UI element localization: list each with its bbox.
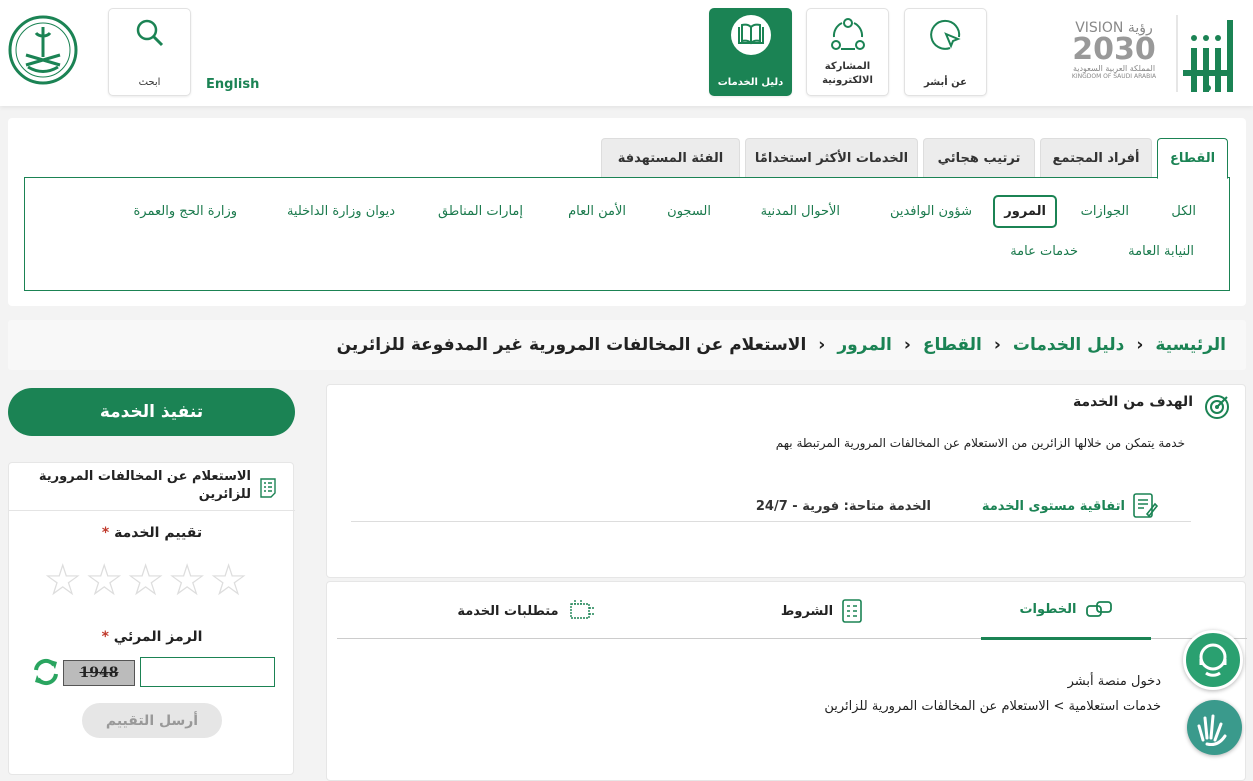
star-icon[interactable]: ☆ bbox=[167, 559, 206, 603]
rating-label: تقييم الخدمة bbox=[114, 525, 203, 541]
breadcrumb-services-guide[interactable]: دليل الخدمات bbox=[1013, 335, 1124, 355]
nav-e-participation[interactable]: المشاركة الالكترونية bbox=[806, 8, 889, 96]
star-icon[interactable]: ☆ bbox=[43, 559, 82, 603]
checklist-icon bbox=[842, 599, 862, 623]
breadcrumb-home[interactable]: الرئيسية bbox=[1155, 335, 1226, 355]
sector-all[interactable]: الكل bbox=[1161, 196, 1206, 227]
divider bbox=[9, 510, 295, 511]
header: VISION رؤية 2030 المملكة العربية السعودي… bbox=[0, 0, 1253, 106]
support-chat-button[interactable] bbox=[1183, 630, 1243, 690]
sector-traffic[interactable]: المرور bbox=[993, 195, 1057, 228]
tab-label: متطلبات الخدمة bbox=[457, 603, 559, 619]
absher-logo[interactable] bbox=[1175, 10, 1243, 95]
nav-about-absher[interactable]: عن أبشر bbox=[904, 8, 987, 96]
step-item: خدمات استعلامية > الاستعلام عن المخالفات… bbox=[824, 699, 1161, 714]
sector-moi-diwan[interactable]: ديوان وزارة الداخلية bbox=[277, 196, 405, 227]
requirements-icon bbox=[569, 600, 595, 619]
nav-services-guide[interactable]: دليل الخدمات bbox=[709, 8, 792, 96]
steps-icon bbox=[1085, 600, 1112, 617]
breadcrumb-separator: ‹ bbox=[1136, 335, 1144, 355]
star-icon[interactable]: ☆ bbox=[209, 559, 248, 603]
vision-line3: المملكة العربية السعودية bbox=[1072, 64, 1156, 73]
rating-card: الاستعلام عن المخالفات المرورية للزائرين… bbox=[8, 462, 295, 775]
tab-most-used[interactable]: الخدمات الأكثر استخدامًا bbox=[745, 138, 918, 178]
book-icon bbox=[730, 15, 771, 55]
goal-text: خدمة يتمكن من خلالها الزائرين من الاستعل… bbox=[775, 436, 1185, 450]
refresh-icon[interactable] bbox=[31, 657, 61, 687]
sector-civil-affairs[interactable]: الأحوال المدنية bbox=[751, 196, 850, 227]
sector-emirates[interactable]: إمارات المناطق bbox=[428, 196, 533, 227]
breadcrumb-separator: ‹ bbox=[818, 335, 826, 355]
tab-conditions[interactable]: الشروط bbox=[747, 582, 897, 640]
goal-title: الهدف من الخدمة bbox=[1072, 394, 1193, 410]
star-rating[interactable]: ☆ ☆ ☆ ☆ ☆ bbox=[43, 559, 248, 603]
headset-icon bbox=[1199, 643, 1227, 677]
captcha-label: الرمز المرئي bbox=[113, 629, 203, 645]
tab-target-group[interactable]: الفئة المستهدفة bbox=[601, 138, 740, 178]
tab-steps[interactable]: الخطوات bbox=[981, 582, 1151, 640]
breadcrumb: الرئيسية ‹ دليل الخدمات ‹ القطاع ‹ المرور ‹ … bbox=[8, 320, 1246, 370]
breadcrumb-current: الاستعلام عن المخالفات المرورية غير المد… bbox=[336, 335, 807, 355]
sector-public-prosecution[interactable]: النيابة العامة bbox=[1118, 236, 1204, 267]
breadcrumb-separator: ‹ bbox=[903, 335, 911, 355]
submit-rating-button[interactable]: أرسل التقييم bbox=[82, 703, 222, 738]
tab-alphabetical[interactable]: ترتيب هجائي bbox=[923, 138, 1035, 178]
tab-community[interactable]: أفراد المجتمع bbox=[1040, 138, 1152, 178]
required-mark: * bbox=[101, 525, 110, 541]
required-mark: * bbox=[101, 629, 109, 645]
star-icon[interactable]: ☆ bbox=[126, 559, 165, 603]
captcha-input[interactable] bbox=[140, 657, 275, 687]
rating-card-title: الاستعلام عن المخالفات المرورية للزائرين bbox=[38, 469, 251, 502]
document-icon bbox=[260, 478, 276, 498]
breadcrumb-traffic[interactable]: المرور bbox=[837, 335, 892, 355]
nav-label: عن أبشر bbox=[924, 77, 967, 88]
sign-language-button[interactable] bbox=[1187, 700, 1242, 755]
breadcrumb-sector[interactable]: القطاع bbox=[923, 335, 982, 355]
sla-label: اتفاقية مستوى الخدمة bbox=[981, 499, 1125, 514]
tab-requirements[interactable]: متطلبات الخدمة bbox=[427, 582, 627, 640]
search-label: ابحث bbox=[138, 77, 161, 88]
sector-passports[interactable]: الجوازات bbox=[1071, 196, 1139, 227]
tab-label: الشروط bbox=[780, 603, 834, 619]
nav-label: المشاركة الالكترونية bbox=[822, 61, 873, 86]
divider bbox=[351, 521, 1191, 522]
vision-2030-logo: VISION رؤية 2030 المملكة العربية السعودي… bbox=[1060, 20, 1168, 96]
breadcrumb-separator: ‹ bbox=[993, 335, 1001, 355]
nav-label: دليل الخدمات bbox=[717, 77, 784, 88]
tab-sector[interactable]: القطاع bbox=[1157, 138, 1228, 179]
step-item: دخول منصة أبشر bbox=[1067, 674, 1161, 689]
star-icon[interactable]: ☆ bbox=[84, 559, 123, 603]
target-icon bbox=[1205, 395, 1229, 419]
search-icon bbox=[136, 19, 163, 47]
tab-label: الخطوات bbox=[1019, 602, 1077, 617]
service-details-card: الخطوات الشروط متطلبات الخدمة دخول منصة … bbox=[326, 581, 1247, 781]
sector-public-security[interactable]: الأمن العام bbox=[558, 196, 636, 227]
captcha-image: 1948 bbox=[63, 660, 135, 686]
sector-expat-affairs[interactable]: شؤون الوافدين bbox=[880, 196, 982, 227]
execute-service-button[interactable]: تنفيذ الخدمة bbox=[8, 388, 295, 436]
service-goal-card: الهدف من الخدمة خدمة يتمكن من خلالها الز… bbox=[326, 384, 1246, 578]
sector-hajj-umrah[interactable]: وزارة الحج والعمرة bbox=[124, 196, 248, 227]
search-button[interactable]: ابحث bbox=[108, 8, 191, 96]
sector-prisons[interactable]: السجون bbox=[657, 196, 721, 227]
sla-value: الخدمة متاحة: فورية - 24/7 bbox=[755, 499, 931, 514]
cursor-circle-icon bbox=[929, 19, 961, 50]
agreement-icon bbox=[1133, 493, 1159, 518]
vision-line2: 2030 bbox=[1072, 32, 1156, 67]
language-toggle[interactable]: English bbox=[206, 77, 259, 92]
sign-language-icon bbox=[1197, 714, 1227, 746]
saudi-emblem-logo bbox=[8, 15, 78, 89]
vision-line4: KINGDOM OF SAUDI ARABIA bbox=[1071, 73, 1157, 80]
share-network-icon bbox=[830, 18, 865, 50]
sector-general-services[interactable]: خدمات عامة bbox=[1000, 236, 1088, 267]
